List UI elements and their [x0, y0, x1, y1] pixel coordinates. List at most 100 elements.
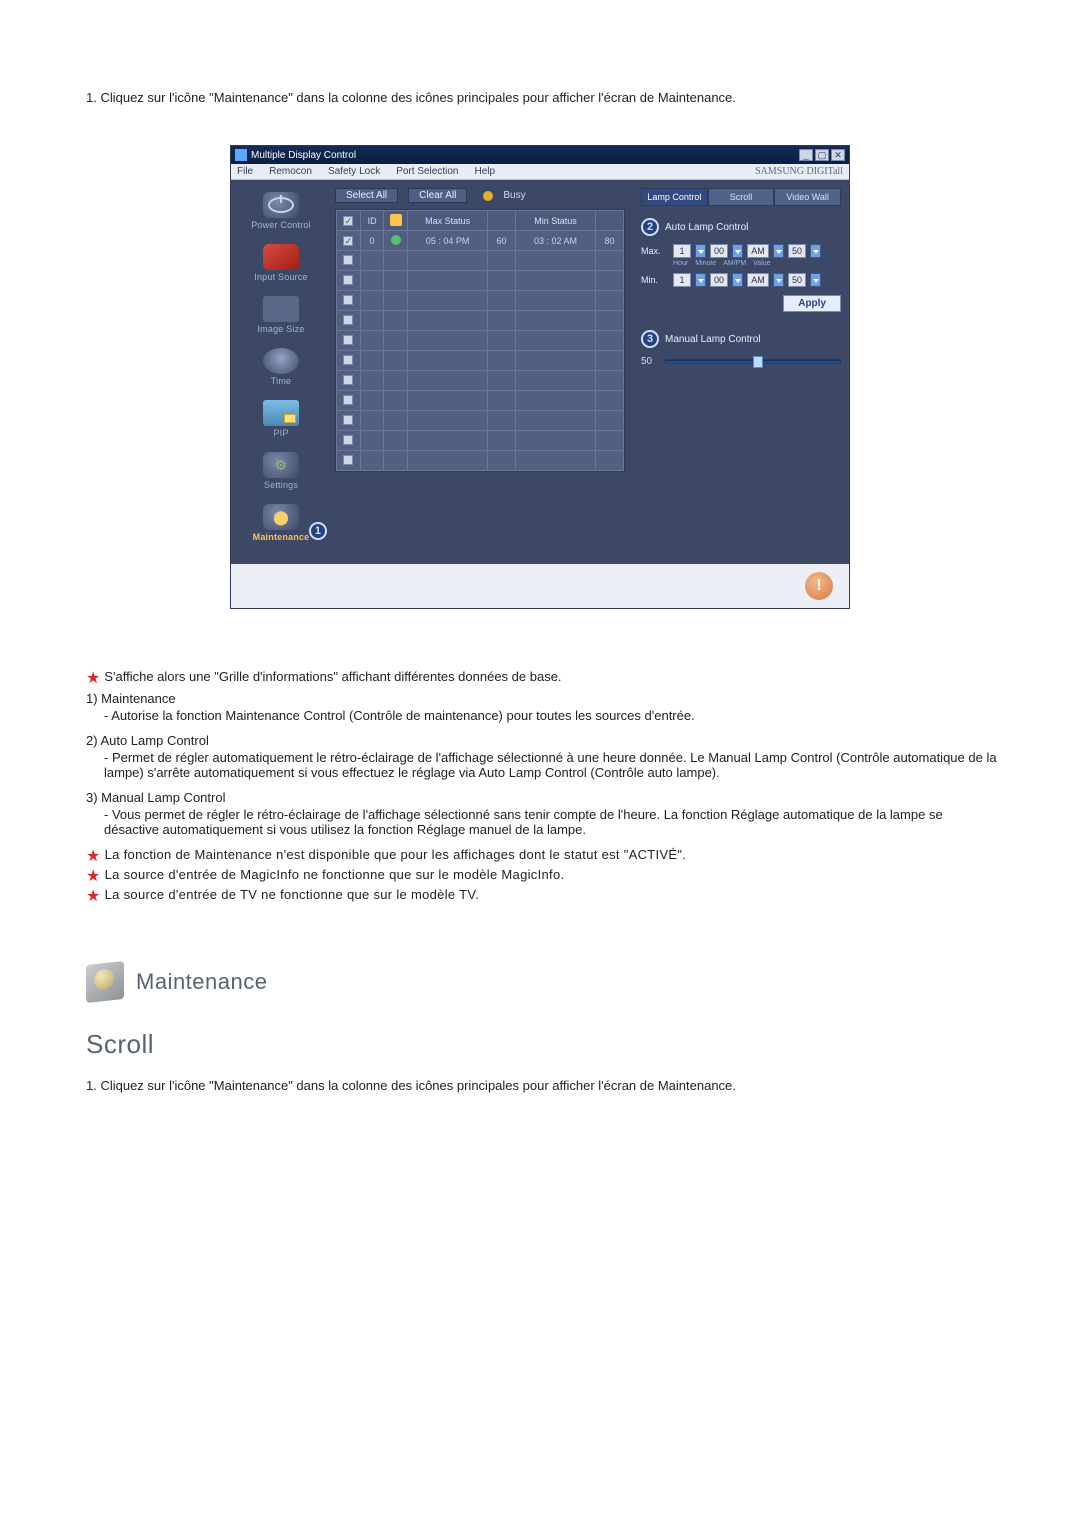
- max-minute-dropdown[interactable]: [732, 244, 743, 258]
- lamp-slider[interactable]: [665, 359, 841, 364]
- table-row[interactable]: [337, 271, 624, 291]
- field-ampm-label: AM/PM: [723, 260, 746, 267]
- tab-video-wall[interactable]: Video Wall: [774, 188, 841, 206]
- max-hour-dropdown[interactable]: [695, 244, 706, 258]
- table-row[interactable]: [337, 311, 624, 331]
- row-checkbox[interactable]: [343, 275, 353, 285]
- intro-text-2: 1. Cliquez sur l'icône "Maintenance" dan…: [86, 1078, 1000, 1093]
- row-checkbox[interactable]: [343, 335, 353, 345]
- power-icon: [263, 192, 299, 218]
- section-maintenance-header: Maintenance: [86, 963, 1000, 1001]
- row-checkbox[interactable]: [343, 236, 353, 246]
- image-size-icon: [263, 296, 299, 322]
- row-checkbox[interactable]: [343, 355, 353, 365]
- table-row[interactable]: [337, 251, 624, 271]
- menu-port-selection[interactable]: Port Selection: [396, 166, 458, 177]
- intro-text: 1. Cliquez sur l'icône "Maintenance" dan…: [86, 90, 1000, 105]
- min-hour-dropdown[interactable]: [695, 273, 706, 287]
- min-ampm-input[interactable]: AM: [747, 273, 769, 287]
- table-row[interactable]: [337, 451, 624, 471]
- app-icon: [235, 149, 247, 161]
- busy-label: Busy: [503, 190, 525, 201]
- tab-scroll[interactable]: Scroll: [708, 188, 775, 206]
- nav-maintenance[interactable]: 1 Maintenance: [231, 502, 331, 554]
- row-checkbox[interactable]: [343, 315, 353, 325]
- menu-file[interactable]: File: [237, 166, 253, 177]
- min-minute-input[interactable]: 00: [710, 273, 728, 287]
- table-row[interactable]: [337, 291, 624, 311]
- min-ampm-dropdown[interactable]: [773, 273, 784, 287]
- tab-lamp-control[interactable]: Lamp Control: [641, 188, 708, 206]
- max-minute-input[interactable]: 00: [710, 244, 728, 258]
- col-check[interactable]: [337, 211, 361, 231]
- nav-sidebar: Power Control Input Source Image Size Ti…: [231, 180, 331, 564]
- apply-button[interactable]: Apply: [783, 295, 841, 312]
- menubar: File Remocon Safety Lock Port Selection …: [231, 164, 849, 180]
- cell-id: 0: [360, 231, 384, 251]
- restore-button[interactable]: ▢: [815, 149, 829, 161]
- menu-safety-lock[interactable]: Safety Lock: [328, 166, 380, 177]
- nav-image-size[interactable]: Image Size: [231, 294, 331, 346]
- menu-help[interactable]: Help: [474, 166, 495, 177]
- max-hour-input[interactable]: 1: [673, 244, 691, 258]
- col-lamp[interactable]: [384, 211, 408, 231]
- table-row[interactable]: [337, 411, 624, 431]
- col-min-val[interactable]: [595, 211, 623, 231]
- field-value-label: Value: [753, 260, 770, 267]
- table-row[interactable]: [337, 391, 624, 411]
- field-minute-label: Minute: [695, 260, 716, 267]
- row-checkbox[interactable]: [343, 295, 353, 305]
- row-checkbox[interactable]: [343, 415, 353, 425]
- table-row[interactable]: [337, 351, 624, 371]
- table-row[interactable]: [337, 431, 624, 451]
- col-max-status[interactable]: Max Status: [408, 211, 488, 231]
- max-label: Max.: [641, 246, 669, 256]
- close-button[interactable]: ✕: [831, 149, 845, 161]
- menu-remocon[interactable]: Remocon: [269, 166, 312, 177]
- busy-indicator-icon: [483, 191, 493, 201]
- min-hour-input[interactable]: 1: [673, 273, 691, 287]
- col-max-val[interactable]: [488, 211, 516, 231]
- nav-power-control[interactable]: Power Control: [231, 190, 331, 242]
- note-star-3: ★La source d'entrée de MagicInfo ne fonc…: [86, 867, 1000, 883]
- clear-all-button[interactable]: Clear All: [408, 188, 467, 203]
- status-dot-icon: [391, 235, 401, 245]
- min-value-input[interactable]: 50: [788, 273, 806, 287]
- select-all-button[interactable]: Select All: [335, 188, 398, 203]
- min-value-dropdown[interactable]: [810, 273, 821, 287]
- note-star-2: ★La fonction de Maintenance n'est dispon…: [86, 847, 1000, 863]
- max-value-input[interactable]: 50: [788, 244, 806, 258]
- row-checkbox[interactable]: [343, 455, 353, 465]
- row-checkbox[interactable]: [343, 435, 353, 445]
- max-value-dropdown[interactable]: [810, 244, 821, 258]
- nav-settings[interactable]: Settings: [231, 450, 331, 502]
- list-item-3-body: - Vous permet de régler le rétro-éclaira…: [104, 807, 1000, 837]
- cell-max-status: 05 : 04 PM: [408, 231, 488, 251]
- cell-min-val: 80: [595, 231, 623, 251]
- row-checkbox[interactable]: [343, 255, 353, 265]
- minimize-button[interactable]: _: [799, 149, 813, 161]
- right-panel: Lamp Control Scroll Video Wall 2 Auto La…: [633, 180, 849, 564]
- table-row[interactable]: 0 05 : 04 PM 60 03 : 02 AM 80: [337, 231, 624, 251]
- max-ampm-dropdown[interactable]: [773, 244, 784, 258]
- titlebar: Multiple Display Control _ ▢ ✕: [231, 146, 849, 164]
- nav-input-source[interactable]: Input Source: [231, 242, 331, 294]
- row-checkbox[interactable]: [343, 395, 353, 405]
- row-checkbox[interactable]: [343, 375, 353, 385]
- slider-thumb[interactable]: [753, 356, 763, 368]
- slider-value: 50: [641, 356, 659, 367]
- nav-pip[interactable]: PIP: [231, 398, 331, 450]
- col-id[interactable]: ID: [360, 211, 384, 231]
- min-minute-dropdown[interactable]: [732, 273, 743, 287]
- col-min-status[interactable]: Min Status: [516, 211, 596, 231]
- callout-3: 3: [641, 330, 659, 348]
- cell-max-val: 60: [488, 231, 516, 251]
- nav-time[interactable]: Time: [231, 346, 331, 398]
- maintenance-icon: [263, 504, 299, 530]
- info-grid: ID Max Status Min Status 0 05 : 04 PM: [335, 209, 625, 472]
- max-ampm-input[interactable]: AM: [747, 244, 769, 258]
- callout-2: 2: [641, 218, 659, 236]
- brand-label: SAMSUNG DIGITall: [755, 166, 843, 177]
- table-row[interactable]: [337, 371, 624, 391]
- table-row[interactable]: [337, 331, 624, 351]
